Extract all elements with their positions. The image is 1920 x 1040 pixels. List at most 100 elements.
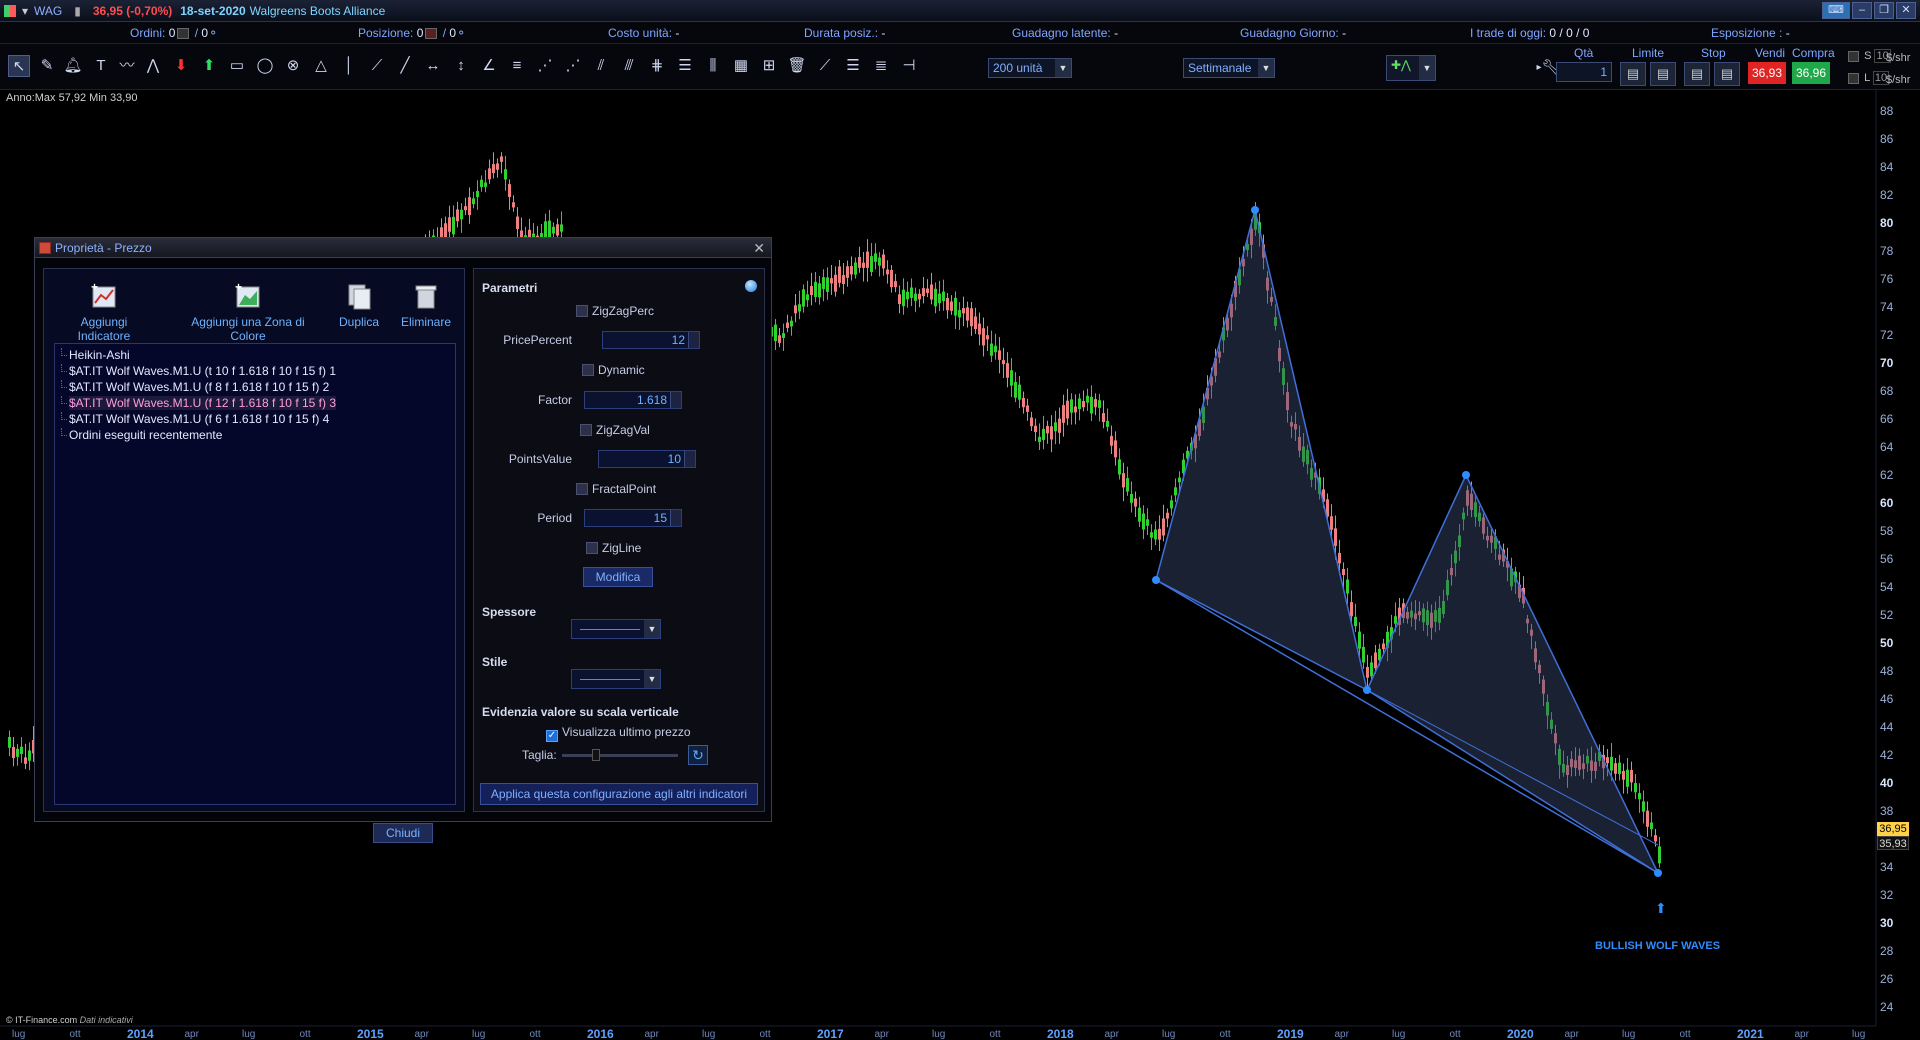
time-cycle-tool-icon[interactable]: ⟋ [814, 55, 836, 77]
candle-body [790, 320, 793, 327]
info-icon[interactable] [745, 280, 757, 292]
close-icon[interactable]: ✕ [753, 238, 765, 258]
reset-icon[interactable]: ↻ [688, 745, 708, 765]
fib-text-tool-icon[interactable]: ≡ [506, 55, 528, 77]
period-input[interactable]: 15 [584, 509, 682, 527]
sell-button[interactable]: 36,93 [1748, 62, 1786, 84]
gann-fan-tool-icon[interactable]: ⋰ [562, 55, 584, 77]
duplicate-button[interactable]: Duplica [334, 281, 384, 329]
tree-item-recent-orders[interactable]: Ordini eseguiti recentemente [69, 428, 222, 442]
ordini-toggle-icon[interactable] [177, 28, 190, 40]
text-tool-icon[interactable]: T [90, 55, 112, 77]
size-slider-track[interactable] [562, 754, 678, 757]
pricepercent-input[interactable]: 12 [602, 331, 700, 349]
candle-body [1626, 769, 1629, 787]
y-tick-label: 24 [1880, 1000, 1894, 1014]
sell-arrow-icon[interactable]: ⬇ [170, 55, 192, 77]
fib-timezone-tool-icon[interactable]: ≣ [870, 55, 892, 77]
rectangle-tool-icon[interactable]: ▭ [226, 55, 248, 77]
horizontal-measure-icon[interactable]: ↔ [422, 55, 444, 77]
angle-tool-icon[interactable]: ∠ [478, 55, 500, 77]
zigzag-tool-icon[interactable]: ⋀ [142, 55, 164, 77]
timeframe-select[interactable]: Settimanale ▼ [1183, 58, 1275, 78]
regression-channel-icon[interactable]: ⫼ [702, 55, 724, 77]
apply-config-button[interactable]: Applica questa configurazione agli altri… [480, 783, 758, 805]
wave-point-5[interactable] [1654, 869, 1662, 877]
vertical-measure-icon[interactable]: ↕ [450, 55, 472, 77]
stop-sell-button[interactable]: ▤ [1714, 62, 1740, 86]
dialog-title-bar[interactable]: Proprietà - Prezzo ✕ [35, 238, 771, 258]
square-grid-tool-icon[interactable]: ⊞ [758, 55, 780, 77]
grid-tool-icon[interactable]: ▦ [730, 55, 752, 77]
l-checkbox[interactable] [1848, 72, 1859, 84]
factor-input[interactable]: 1.618 [584, 391, 682, 409]
keyboard-icon[interactable]: ⌨ [1822, 2, 1850, 19]
fib-fan-tool-icon[interactable]: ⋰ [534, 55, 556, 77]
pen-tool-icon[interactable]: ✎ [36, 55, 58, 77]
wave-point-2[interactable] [1251, 206, 1259, 214]
pointer-tool-icon[interactable]: ↖ [8, 55, 30, 77]
wave-point-3[interactable] [1363, 686, 1371, 694]
ray-tool-icon[interactable]: ╱ [394, 55, 416, 77]
tree-item-heikin-ashi[interactable]: Heikin-Ashi [69, 348, 130, 362]
tree-item-wolf-waves-2[interactable]: $AT.IT Wolf Waves.M1.U (f 8 f 1.618 f 10… [69, 380, 329, 394]
candle-body [994, 345, 997, 353]
tree-item-wolf-waves-4[interactable]: $AT.IT Wolf Waves.M1.U (f 6 f 1.618 f 10… [69, 412, 329, 426]
buy-button[interactable]: 36,96 [1792, 62, 1830, 84]
fractalpoint-checkbox[interactable]: FractalPoint [576, 482, 656, 496]
app-icon[interactable] [4, 4, 16, 17]
delete-button[interactable]: Eliminare [396, 281, 456, 329]
restore-button[interactable]: ❐ [1874, 2, 1894, 19]
posizione-toggle-icon[interactable] [425, 28, 438, 40]
ordini-link-icon[interactable]: ⚬ [208, 26, 218, 40]
symbol-dropdown-icon[interactable]: ▾ [22, 4, 28, 18]
size-slider-thumb[interactable] [592, 749, 600, 761]
style-select[interactable]: ▼ [571, 669, 661, 689]
andrews-fork-tool-icon[interactable]: ⫻ [618, 55, 640, 77]
modifica-button[interactable]: Modifica [583, 567, 653, 587]
limit-buy-button[interactable]: ▤ [1620, 62, 1646, 86]
trash-tool-icon[interactable]: 🗑︎ [786, 55, 808, 77]
zigline-checkbox[interactable]: ZigLine [586, 541, 641, 555]
s-checkbox[interactable] [1848, 50, 1859, 62]
units-select[interactable]: 200 unità ▼ [988, 58, 1072, 78]
minimize-button[interactable]: – [1852, 2, 1872, 19]
posizione-link-icon[interactable]: ⚬ [456, 26, 466, 40]
thickness-select[interactable]: ▼ [571, 619, 661, 639]
wave-point-4[interactable] [1462, 471, 1470, 479]
triangle-tool-icon[interactable]: △ [310, 55, 332, 77]
speed-lines-tool-icon[interactable]: ⫽ [590, 55, 612, 77]
span-tool-icon[interactable]: ⊣ [898, 55, 920, 77]
tree-item-wolf-waves-3[interactable]: $AT.IT Wolf Waves.M1.U (f 12 f 1.618 f 1… [69, 396, 336, 410]
wave-point-1[interactable] [1152, 576, 1160, 584]
line-chart-tool-icon[interactable]: 〰 [116, 55, 138, 77]
add-color-zone-button[interactable]: + Aggiungi una Zona di Colore [174, 281, 322, 343]
stop-buy-button[interactable]: ▤ [1684, 62, 1710, 86]
tree-item-wolf-waves-1[interactable]: $AT.IT Wolf Waves.M1.U (t 10 f 1.618 f 1… [69, 364, 336, 378]
alert-bell-icon[interactable]: 🔔︎ [62, 55, 84, 77]
circle-x-tool-icon[interactable]: ⊗ [282, 55, 304, 77]
qty-input[interactable]: 1 [1556, 62, 1612, 82]
buy-arrow-icon[interactable]: ⬆ [198, 55, 220, 77]
zigzagperc-checkbox[interactable]: ZigZagPerc [576, 304, 654, 318]
ellipse-tool-icon[interactable]: ◯ [254, 55, 276, 77]
fib-extension-tool-icon[interactable]: ⋕ [646, 55, 668, 77]
add-indicator-button[interactable]: + Aggiungi Indicatore [54, 281, 154, 343]
info-icon[interactable]: ▮ [74, 4, 81, 18]
vertical-line-tool-icon[interactable]: │ [338, 55, 360, 77]
close-button[interactable]: Chiudi [373, 823, 433, 843]
fib-lines-tool-icon[interactable]: ☰ [842, 55, 864, 77]
zigzagval-checkbox[interactable]: ZigZagVal [580, 423, 650, 437]
symbol-label[interactable]: WAG [34, 4, 62, 18]
y-tick-label: 42 [1880, 748, 1894, 762]
close-window-button[interactable]: ✕ [1896, 2, 1916, 19]
x-month-label: ott [759, 1029, 771, 1040]
dynamic-checkbox[interactable]: Dynamic [582, 363, 645, 377]
pointsvalue-input[interactable]: 10 [598, 450, 696, 468]
show-last-price-checkbox[interactable]: ✓ Visualizza ultimo prezzo [546, 725, 691, 742]
indicator-menu-button[interactable]: ✚⋀ ▼ [1386, 55, 1436, 81]
segment-tool-icon[interactable]: ⟋ [366, 55, 388, 77]
fib-retracement-tool-icon[interactable]: ☰ [674, 55, 696, 77]
limit-sell-button[interactable]: ▤ [1650, 62, 1676, 86]
limit-label: Limite [1632, 46, 1665, 60]
